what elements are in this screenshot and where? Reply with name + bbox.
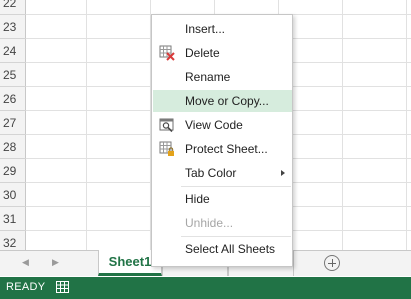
status-text: READY: [6, 281, 46, 293]
menu-item-move-or-copy[interactable]: Move or Copy...: [153, 90, 292, 112]
submenu-arrow-icon: [281, 170, 285, 176]
menu-item-label: Insert...: [185, 22, 226, 36]
menu-item-label: Rename: [185, 70, 231, 84]
row-header[interactable]: 29: [0, 159, 26, 183]
menu-item-tab-color[interactable]: Tab Color: [153, 162, 292, 184]
menu-item-label: Tab Color: [185, 166, 237, 180]
view-code-icon: [159, 118, 174, 133]
row-header[interactable]: 26: [0, 87, 26, 111]
menu-item-label: Select All Sheets: [185, 242, 276, 256]
scroll-tabs-right-button[interactable]: ▶: [52, 257, 59, 268]
menu-item-label: Unhide...: [185, 216, 234, 230]
menu-item-label: Protect Sheet...: [185, 142, 268, 156]
column-gridline: [86, 0, 87, 250]
status-bar: READY: [0, 277, 411, 299]
menu-item-label: View Code: [185, 118, 243, 132]
row-header[interactable]: 31: [0, 207, 26, 231]
menu-separator: [181, 186, 291, 187]
menu-item-label: Delete: [185, 46, 220, 60]
sheet-context-menu: Insert... Delete Rename Move or Copy... …: [151, 14, 293, 267]
row-header[interactable]: 25: [0, 63, 26, 87]
column-gridline: [342, 0, 343, 250]
menu-item-label: Move or Copy...: [185, 94, 269, 108]
row-header[interactable]: 23: [0, 15, 26, 39]
row-header[interactable]: 32: [0, 231, 26, 250]
plus-circle-icon[interactable]: [324, 255, 340, 271]
row-header[interactable]: 22: [0, 0, 26, 15]
menu-item-rename[interactable]: Rename: [153, 66, 292, 88]
menu-item-protect-sheet[interactable]: Protect Sheet...: [153, 138, 292, 160]
column-gridline: [406, 0, 407, 250]
row-headers: 22 23 24 25 26 27 28 29 30 31 32 33 34: [0, 0, 26, 250]
menu-item-view-code[interactable]: View Code: [153, 114, 292, 136]
macro-record-icon[interactable]: [56, 281, 69, 293]
protect-sheet-icon: [159, 141, 174, 156]
row-header[interactable]: 24: [0, 39, 26, 63]
row-header[interactable]: 28: [0, 135, 26, 159]
menu-item-insert[interactable]: Insert...: [153, 18, 292, 40]
row-header[interactable]: 30: [0, 183, 26, 207]
row-header[interactable]: 27: [0, 111, 26, 135]
menu-item-label: Hide: [185, 192, 210, 206]
scroll-tabs-left-button[interactable]: ◀: [22, 257, 29, 268]
menu-separator: [181, 236, 291, 237]
menu-item-select-all-sheets[interactable]: Select All Sheets: [153, 238, 292, 260]
menu-item-unhide: Unhide...: [153, 212, 292, 234]
delete-sheet-icon: [159, 45, 175, 61]
menu-item-hide[interactable]: Hide: [153, 188, 292, 210]
menu-item-delete[interactable]: Delete: [153, 42, 292, 64]
